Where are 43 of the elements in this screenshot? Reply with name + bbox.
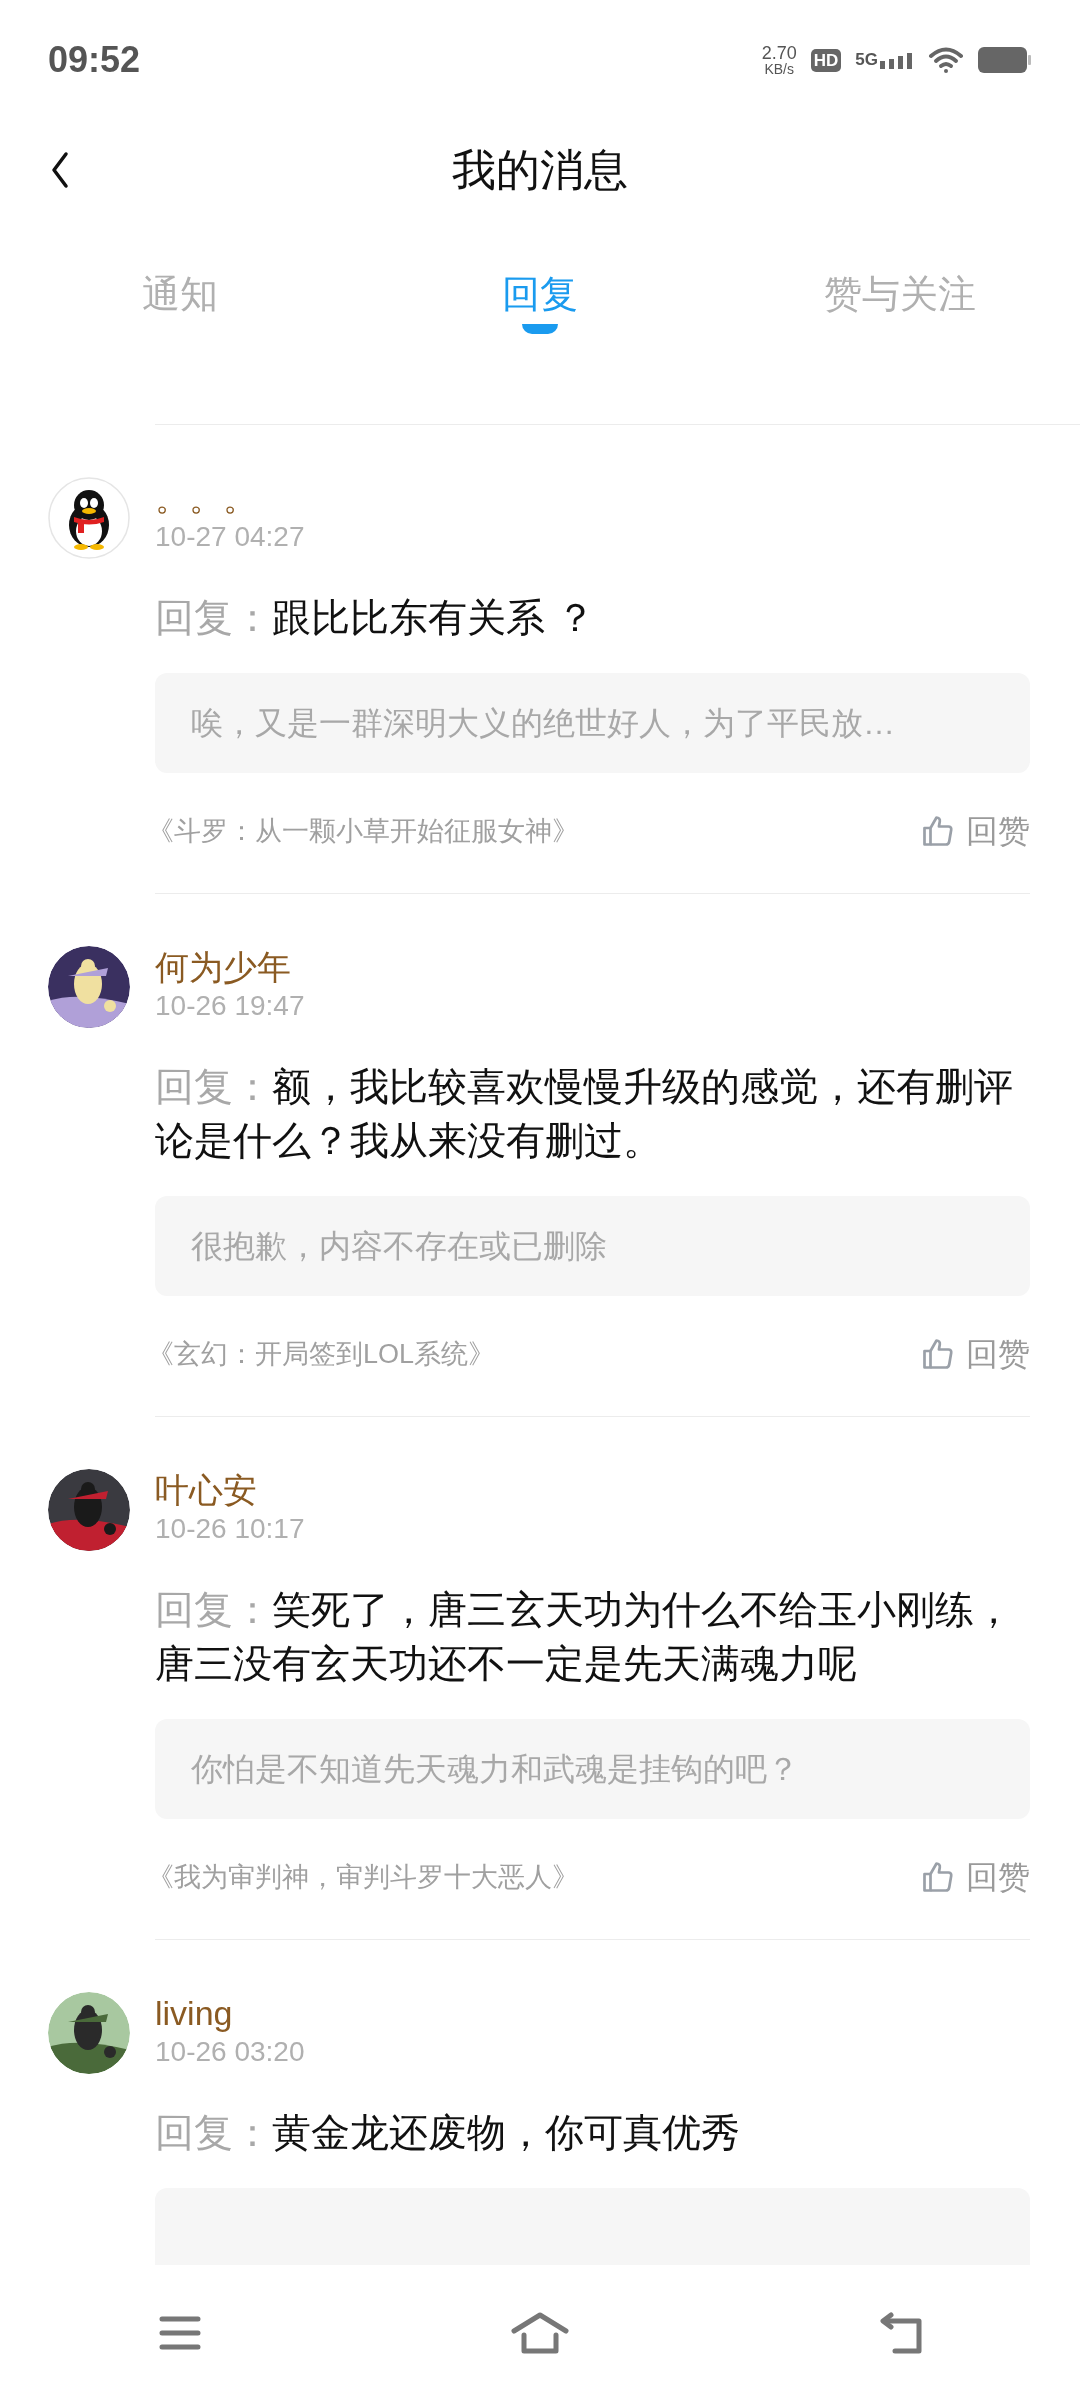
quoted-comment: 很抱歉，内容不存在或已删除 — [191, 1227, 607, 1266]
like-back-button[interactable]: 回赞 — [920, 807, 1030, 855]
battery-icon — [978, 47, 1032, 73]
clock: 09:52 — [48, 38, 141, 82]
network-speed: 2.70 — [761, 44, 797, 62]
penguin-avatar-icon — [48, 477, 130, 559]
thumbs-up-icon — [920, 1859, 956, 1895]
timestamp: 10-26 10:17 — [155, 1512, 306, 1546]
user-name[interactable]: 叶心安 — [155, 1469, 1030, 1511]
timestamp: 10-27 04:27 — [155, 520, 306, 554]
hd-badge: HD — [810, 48, 842, 72]
reply-comment: 回复：黄金龙还废物，你可真优秀 — [155, 2110, 741, 2156]
user-name[interactable]: living — [155, 1992, 1030, 2034]
speed-unit: KB/s — [764, 62, 794, 76]
quoted-comment: 唉，又是一群深明大义的绝世好人，为了平民放… — [191, 704, 895, 743]
tab[interactable]: 通知 — [0, 270, 360, 350]
reply-comment: 回复：跟比比东有关系 ？ — [155, 595, 596, 641]
like-back-button[interactable]: 回赞 — [920, 1330, 1030, 1378]
signal-icon — [880, 51, 914, 69]
user-name[interactable]: 何为少年 — [155, 946, 1030, 988]
thumbs-up-icon — [920, 1336, 956, 1372]
tab[interactable]: 赞与关注 — [720, 270, 1080, 350]
network-type: 5G — [855, 51, 878, 68]
timestamp: 10-26 19:47 — [155, 989, 306, 1023]
back-icon — [50, 150, 70, 190]
thumbs-up-icon — [920, 813, 956, 849]
user-name[interactable]: 。。。 — [155, 477, 1030, 519]
quote-box[interactable]: 很抱歉，内容不存在或已删除 — [155, 1196, 1030, 1296]
page-title: 我的消息 — [452, 144, 628, 196]
quote-box[interactable]: 你怕是不知道先天魂力和武魂是挂钩的吧？ — [155, 1719, 1030, 1819]
reply-comment: 回复：额，我比较喜欢慢慢升级的感觉，还有删评论是什么？我从来没有删过。 — [155, 1064, 1014, 1164]
book-title[interactable]: 《玄幻：开局签到LOL系统》 — [147, 1333, 496, 1375]
wifi-icon — [928, 46, 964, 74]
book-title[interactable]: 《斗罗：从一颗小草开始征服女神》 — [147, 810, 579, 852]
quote-box[interactable]: 唉，又是一群深明大义的绝世好人，为了平民放… — [155, 673, 1030, 773]
menu-icon — [158, 2314, 202, 2351]
quoted-comment: 你怕是不知道先天魂力和武魂是挂钩的吧？ — [191, 1750, 799, 1789]
timestamp: 10-26 03:20 — [155, 2035, 306, 2069]
like-back-button[interactable]: 回赞 — [920, 1853, 1030, 1901]
home-icon — [510, 2310, 570, 2355]
book-title[interactable]: 《我为审判神，审判斗罗十大恶人》 — [147, 1856, 579, 1898]
reply-comment: 回复：笑死了，唐三玄天功为什么不给玉小刚练，唐三没有玄天功还不一定是先天满魂力呢 — [155, 1587, 1014, 1687]
tab[interactable]: 回复 — [360, 270, 720, 350]
